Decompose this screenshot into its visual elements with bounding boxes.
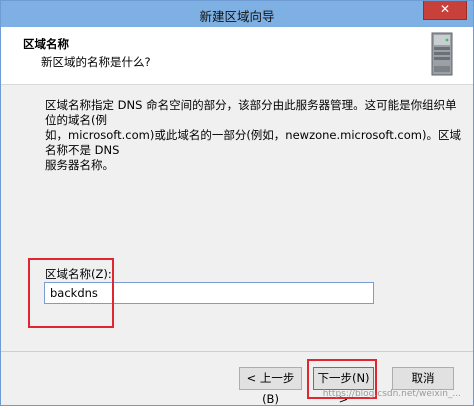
title-bar[interactable]: 新建区域向导 ✕ <box>1 1 473 27</box>
footer-divider <box>1 351 473 352</box>
description-line: 区域名称指定 DNS 命名空间的部分，该部分由此服务器管理。这可能是你组织单位的… <box>45 98 457 127</box>
description-line: 如，microsoft.com)或此域名的一部分(例如，newzone.micr… <box>45 128 461 157</box>
window-title: 新建区域向导 <box>199 9 275 24</box>
cancel-button[interactable]: 取消 <box>392 367 454 390</box>
close-button[interactable]: ✕ <box>423 1 467 20</box>
watermark: https://blog.csdn.net/weixin_... <box>322 389 461 399</box>
close-icon: ✕ <box>439 2 451 16</box>
next-button[interactable]: 下一步(N) > <box>313 367 374 406</box>
back-button[interactable]: < 上一步(B) <box>239 367 302 406</box>
new-zone-wizard-window: 新建区域向导 ✕ 区域名称 新区域的名称是什么? 区域名称指定 DNS 命名空间… <box>0 0 474 406</box>
zone-name-input[interactable] <box>44 282 374 304</box>
zone-name-label: 区域名称(Z): <box>45 267 112 281</box>
server-icon <box>431 32 453 76</box>
page-title: 区域名称 <box>23 37 69 51</box>
zone-name-description: 区域名称指定 DNS 命名空间的部分，该部分由此服务器管理。这可能是你组织单位的… <box>45 98 465 173</box>
description-line: 服务器名称。 <box>45 158 114 172</box>
wizard-header: 区域名称 新区域的名称是什么? <box>1 27 473 85</box>
page-subtitle: 新区域的名称是什么? <box>41 55 151 69</box>
wizard-body: 区域名称指定 DNS 命名空间的部分，该部分由此服务器管理。这可能是你组织单位的… <box>1 86 473 346</box>
